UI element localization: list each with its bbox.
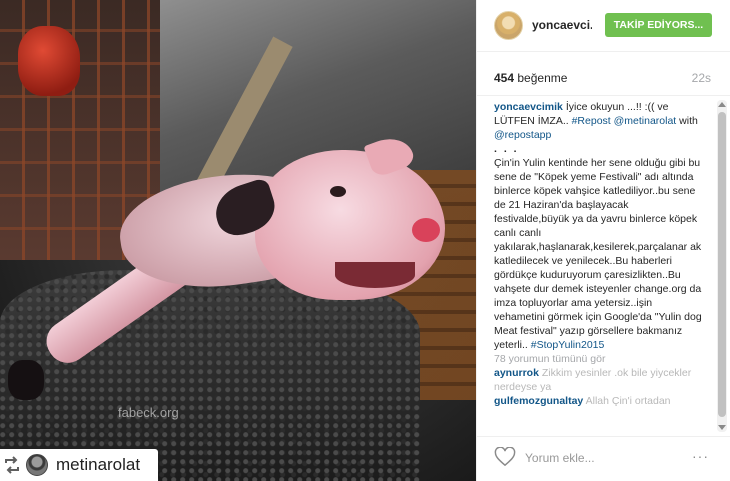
red-object <box>18 26 80 96</box>
scrollbar-thumb[interactable] <box>718 112 726 417</box>
post-footer: ··· <box>477 436 730 481</box>
repost-username: metinarolat <box>56 455 141 474</box>
mention-metinarolat[interactable]: @metinarolat <box>614 115 677 127</box>
stopyulin-hashtag[interactable]: #StopYulin2015 <box>531 339 605 351</box>
repost-avatar <box>26 454 48 476</box>
comment-text: Allah Çin'i ortadan <box>585 395 671 407</box>
dog-mouth <box>335 262 415 288</box>
post-photo[interactable]: fabeck.org metinarolat <box>0 0 476 481</box>
likes-number: 454 <box>494 71 515 85</box>
comment-input[interactable] <box>525 447 675 469</box>
repost-badge: metinarolat <box>0 449 158 481</box>
scroll-down-arrow-icon[interactable] <box>718 425 726 430</box>
dog-nose <box>412 218 440 242</box>
likes-count[interactable]: 454 beğenme <box>494 71 567 85</box>
scroll-up-arrow-icon[interactable] <box>718 102 726 107</box>
caption-body: Çin'in Yulin kentinde her sene olduğu gi… <box>494 156 704 352</box>
post-side-panel: yoncaevci... TAKİP EDİYORS... 454 beğenm… <box>476 0 730 481</box>
following-button[interactable]: TAKİP EDİYORS... <box>605 13 712 37</box>
mention-repostapp[interactable]: @repostapp <box>494 129 551 141</box>
comments-section: yoncaevcimik İyice okuyun ...!! :(( ve L… <box>494 100 704 436</box>
repost-hashtag[interactable]: #Repost <box>572 115 611 127</box>
caption-body-text: Çin'in Yulin kentinde her sene olduğu gi… <box>494 157 702 351</box>
comment-item: aynurrok Zikkim yesinler .ok bile yiycek… <box>494 366 704 394</box>
comment-item: gulfemozgunaltay Allah Çin'i ortadan <box>494 394 704 408</box>
comment-author[interactable]: aynurrok <box>494 367 539 379</box>
heart-icon[interactable] <box>494 446 516 467</box>
header-username[interactable]: yoncaevci... <box>532 18 592 32</box>
caption-dots: . . . <box>494 143 519 155</box>
more-options-icon[interactable]: ··· <box>692 448 709 464</box>
dog-eye <box>330 186 346 197</box>
likes-label: beğenme <box>517 71 568 85</box>
dog-paw <box>8 360 44 400</box>
caption: yoncaevcimik İyice okuyun ...!! :(( ve L… <box>494 100 704 142</box>
likes-row: 454 beğenme 22s <box>477 52 730 96</box>
repost-icon <box>2 455 22 475</box>
caption-author[interactable]: yoncaevcimik <box>494 101 563 113</box>
post-header: yoncaevci... TAKİP EDİYORS... <box>477 0 730 52</box>
photo-watermark: fabeck.org <box>118 405 179 420</box>
caption-with: with <box>679 115 698 127</box>
comments-scrollbar[interactable] <box>717 100 727 432</box>
comment-author[interactable]: gulfemozgunaltay <box>494 395 583 407</box>
post-time[interactable]: 22s <box>692 71 711 85</box>
view-all-comments-link[interactable]: 78 yorumun tümünü gör <box>494 352 704 366</box>
avatar[interactable] <box>494 11 523 40</box>
